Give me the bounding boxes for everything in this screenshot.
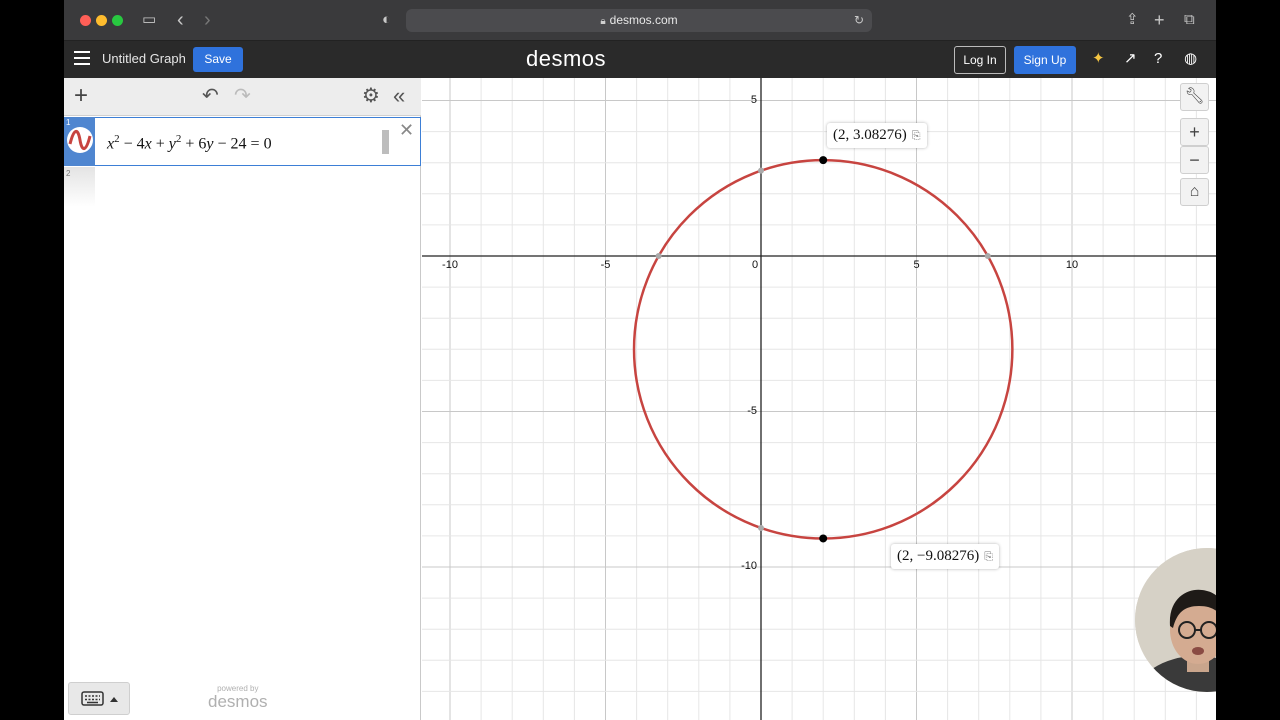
y-tick-label: -5 <box>747 404 757 417</box>
expression-toolbar: + ↶ ↷ ⚙ « <box>64 78 421 116</box>
copy-coordinate-icon[interactable]: ⎘ <box>984 550 993 563</box>
share-graph-icon[interactable]: ↗ <box>1124 50 1137 68</box>
zoom-in-button[interactable]: + <box>1180 118 1209 146</box>
y-intercept-dot <box>758 524 764 531</box>
close-window-button[interactable] <box>80 15 91 26</box>
sidebar-toggle-icon[interactable]: ▭ <box>142 10 156 30</box>
expression-row[interactable]: 1 x2 − 4x + y2 + 6y − 24 = 0 ✕ <box>64 117 421 166</box>
desmos-logo: desmos <box>526 46 607 71</box>
minimize-window-button[interactable] <box>96 15 107 26</box>
reload-icon[interactable]: ↻ <box>854 9 864 32</box>
sparkle-icon[interactable]: ✦ <box>1092 50 1105 68</box>
forward-icon[interactable]: › <box>204 10 211 30</box>
delete-expression-icon[interactable]: ✕ <box>399 120 414 141</box>
expression-gutter[interactable]: 1 <box>64 117 95 166</box>
extremum-point <box>819 534 828 543</box>
expression-row-empty[interactable]: 2 <box>64 167 95 207</box>
menu-icon[interactable] <box>74 51 90 65</box>
settings-gear-icon[interactable]: ⚙ <box>362 85 380 107</box>
save-button[interactable]: Save <box>193 47 243 72</box>
y-tick-label: 5 <box>750 93 757 106</box>
redo-icon[interactable]: ↷ <box>234 85 251 107</box>
url-text: desmos.com <box>609 13 678 27</box>
x-tick-label: 0 <box>751 259 759 271</box>
powered-by-desmos: powered by desmos <box>208 684 268 710</box>
maximize-window-button[interactable] <box>112 15 123 26</box>
point-label-text: (2, −9.08276) <box>897 548 980 564</box>
lock-icon: 🔒︎ <box>600 16 606 27</box>
x-intercept-dot <box>984 253 991 259</box>
copy-coordinate-icon[interactable]: ⎘ <box>912 129 921 142</box>
expression-index: 2 <box>66 169 71 178</box>
browser-toolbar: ▭ ‹ › ◐ 🔒︎ desmos.com ↻ ⇪ + ⧉ <box>64 0 1216 41</box>
graph-settings-wrench-button[interactable]: 🔧︎ <box>1180 83 1209 111</box>
x-tick-label: -5 <box>600 259 611 271</box>
address-bar[interactable]: 🔒︎ desmos.com ↻ <box>406 9 872 32</box>
tabs-overview-icon[interactable]: ⧉ <box>1184 10 1195 30</box>
expression-math[interactable]: x2 − 4x + y2 + 6y − 24 = 0 <box>107 133 272 153</box>
share-icon[interactable]: ⇪ <box>1126 10 1139 30</box>
zoom-out-button[interactable]: − <box>1180 146 1209 174</box>
point-label-top[interactable]: (2, 3.08276) ⎘ <box>827 123 927 148</box>
x-tick-label: 10 <box>1065 259 1079 271</box>
x-tick-label: 5 <box>913 259 920 271</box>
signup-button[interactable]: Sign Up <box>1014 46 1076 74</box>
point-label-text: (2, 3.08276) <box>833 127 907 143</box>
y-tick-label: -10 <box>741 560 757 572</box>
expression-drag-handle[interactable] <box>382 130 389 154</box>
undo-icon[interactable]: ↶ <box>202 85 219 107</box>
shield-icon[interactable]: ◐ <box>382 10 391 30</box>
curve-color-icon[interactable] <box>67 127 93 153</box>
home-zoom-button[interactable]: ⌂ <box>1180 178 1209 206</box>
login-button[interactable]: Log In <box>954 46 1006 74</box>
app-header: Untitled Graph Save desmos Log In Sign U… <box>64 41 1216 78</box>
expression-panel: + ↶ ↷ ⚙ « 1 x2 − 4x + y2 + 6y − 24 = 0 ✕ <box>64 78 421 720</box>
x-intercept-dot <box>655 253 662 259</box>
powered-by-logo: desmos <box>208 692 268 711</box>
new-tab-icon[interactable]: + <box>1154 10 1165 30</box>
graph-title[interactable]: Untitled Graph <box>102 51 186 66</box>
add-item-icon[interactable]: + <box>74 84 88 108</box>
expression-index: 1 <box>66 118 71 127</box>
graph-svg[interactable] <box>422 78 1216 720</box>
collapse-panel-icon[interactable]: « <box>393 85 405 107</box>
help-icon[interactable]: ? <box>1154 50 1162 68</box>
graph-canvas[interactable]: -10 -5 0 5 10 5 -5 -10 (2, 3.08276) ⎘ (2, −9.082… <box>422 78 1216 720</box>
app-window: ▭ ‹ › ◐ 🔒︎ desmos.com ↻ ⇪ + ⧉ Untitled Gr… <box>64 0 1216 720</box>
x-tick-label: -10 <box>442 259 458 271</box>
back-icon[interactable]: ‹ <box>177 10 184 30</box>
language-globe-icon[interactable]: ◍ <box>1184 50 1197 68</box>
keyboard-toggle-button[interactable] <box>68 682 130 715</box>
y-intercept-dot <box>758 167 764 174</box>
point-label-bottom[interactable]: (2, −9.08276) ⎘ <box>891 544 1000 569</box>
extremum-point <box>819 156 828 165</box>
